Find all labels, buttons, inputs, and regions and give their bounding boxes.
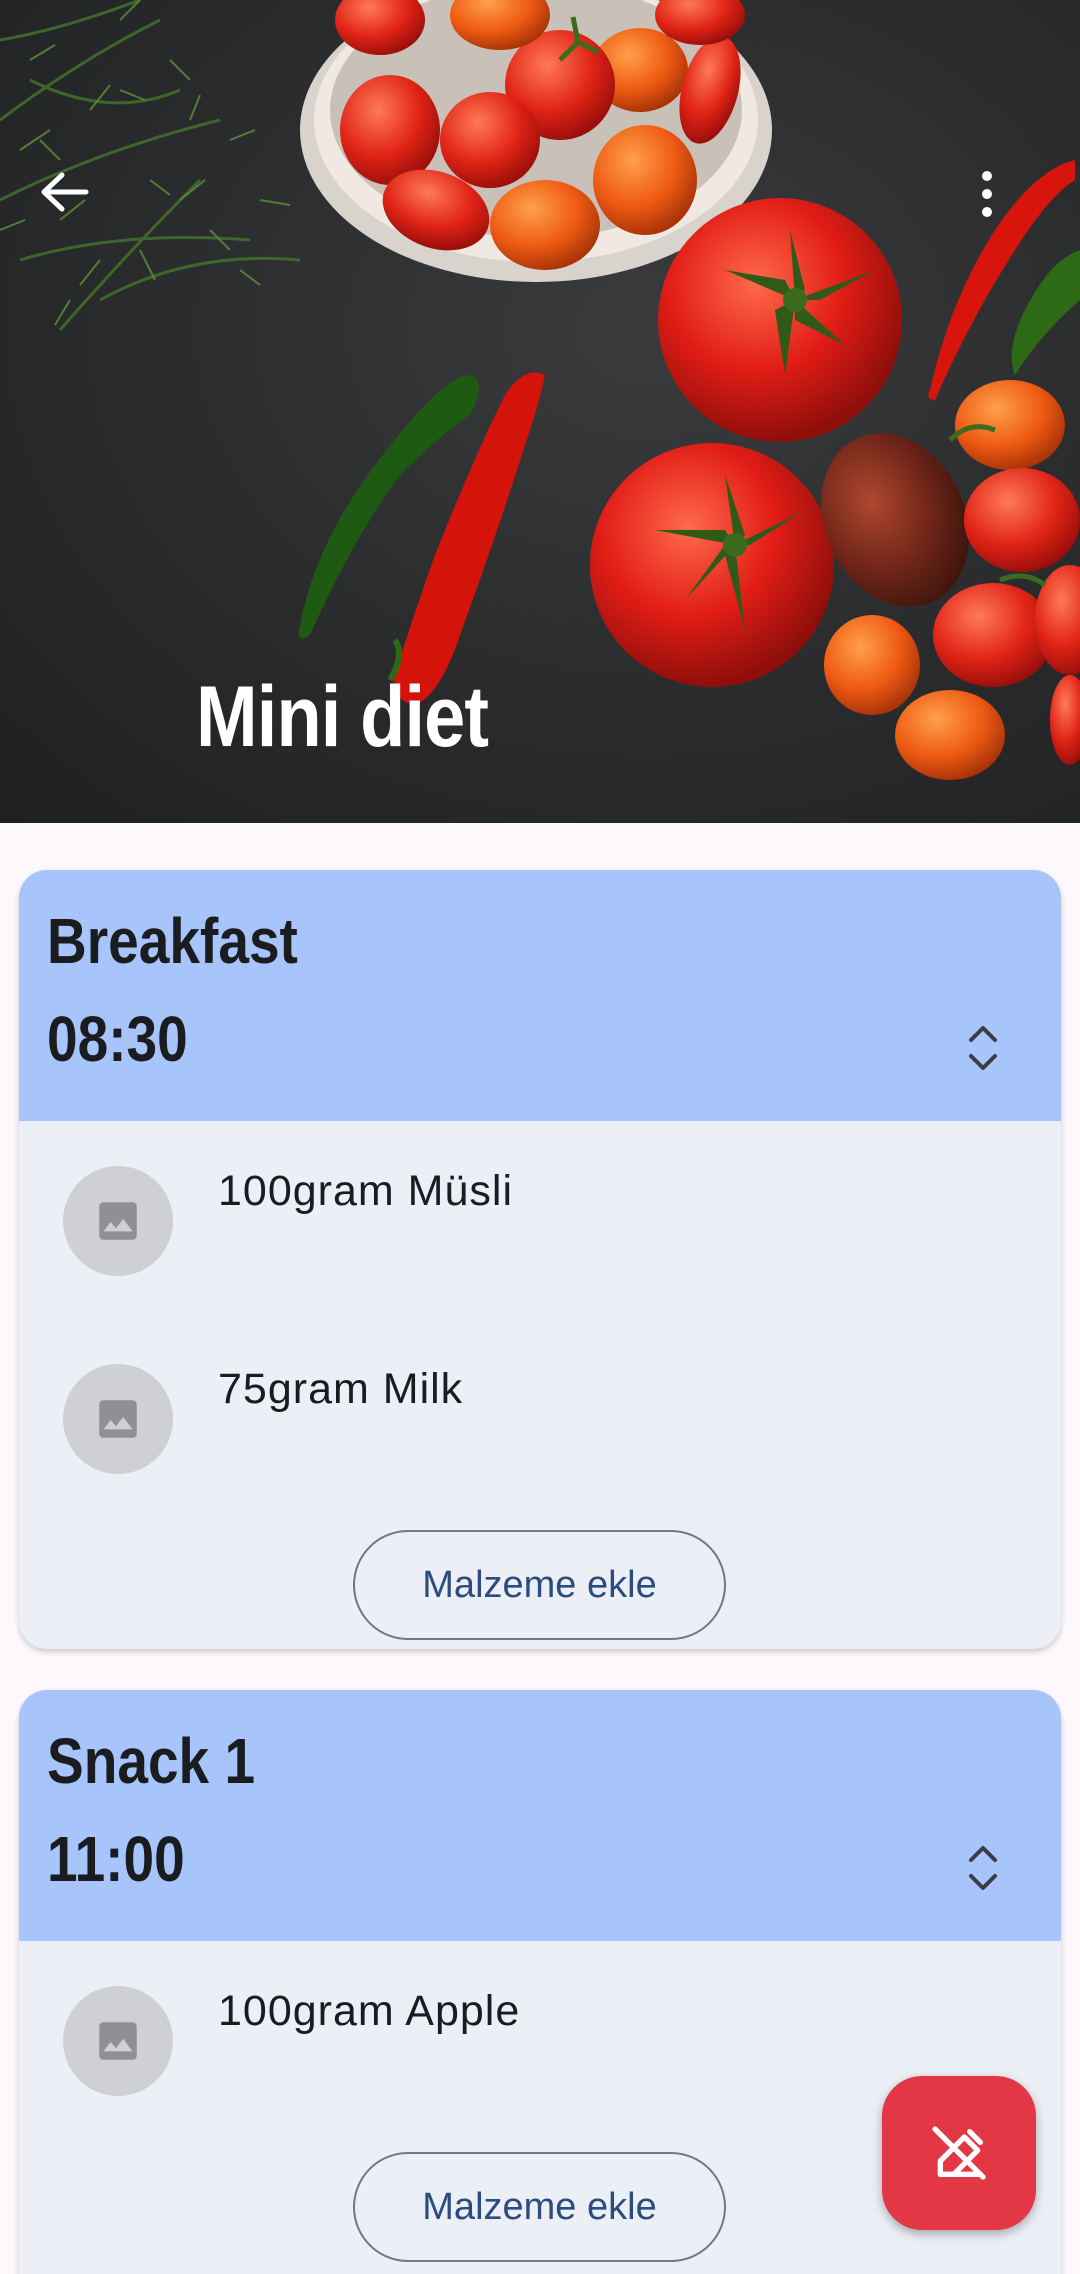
ingredient-thumbnail <box>63 1166 173 1276</box>
meal-name: Breakfast <box>47 905 298 977</box>
edit-off-icon <box>932 2126 986 2180</box>
ingredient-thumbnail <box>63 1986 173 2096</box>
more-vert-icon <box>982 171 992 217</box>
meal-card-header[interactable]: Breakfast 08:30 <box>19 870 1061 1121</box>
unfold-icon[interactable] <box>963 1018 1003 1078</box>
meal-name: Snack 1 <box>47 1725 256 1797</box>
ingredient-label: 100gram Müsli <box>218 1167 513 1215</box>
image-icon <box>99 2022 137 2060</box>
arrow-back-icon <box>41 172 89 212</box>
image-icon <box>99 1202 137 1240</box>
vegetables-illustration <box>0 0 1080 780</box>
ingredient-item[interactable]: 100gram Müsli <box>19 1121 1061 1319</box>
ingredient-label: 100gram Apple <box>218 1987 521 2035</box>
meal-time: 08:30 <box>47 1003 188 1075</box>
ingredient-thumbnail <box>63 1364 173 1474</box>
unfold-icon[interactable] <box>963 1838 1003 1898</box>
back-button[interactable] <box>38 170 118 250</box>
add-ingredient-button[interactable]: Malzeme ekle <box>353 1530 726 1640</box>
header-image: Mini diet <box>0 0 1080 823</box>
add-ingredient-button[interactable]: Malzeme ekle <box>353 2152 726 2262</box>
ingredient-item[interactable]: 75gram Milk <box>19 1319 1061 1517</box>
edit-off-fab[interactable] <box>882 2076 1036 2230</box>
meal-time: 11:00 <box>47 1823 185 1895</box>
meal-plan-screen: Mini diet Breakfast 08:30 100gram Müsli <box>0 0 1080 2274</box>
image-icon <box>99 1400 137 1438</box>
ingredient-label: 75gram Milk <box>218 1365 464 1413</box>
diet-title: Mini diet <box>196 669 489 765</box>
more-options-button[interactable] <box>980 170 1046 250</box>
meal-card-breakfast: Breakfast 08:30 100gram Müsli 75gram Mil… <box>19 870 1061 1649</box>
meal-card-header[interactable]: Snack 1 11:00 <box>19 1690 1061 1941</box>
